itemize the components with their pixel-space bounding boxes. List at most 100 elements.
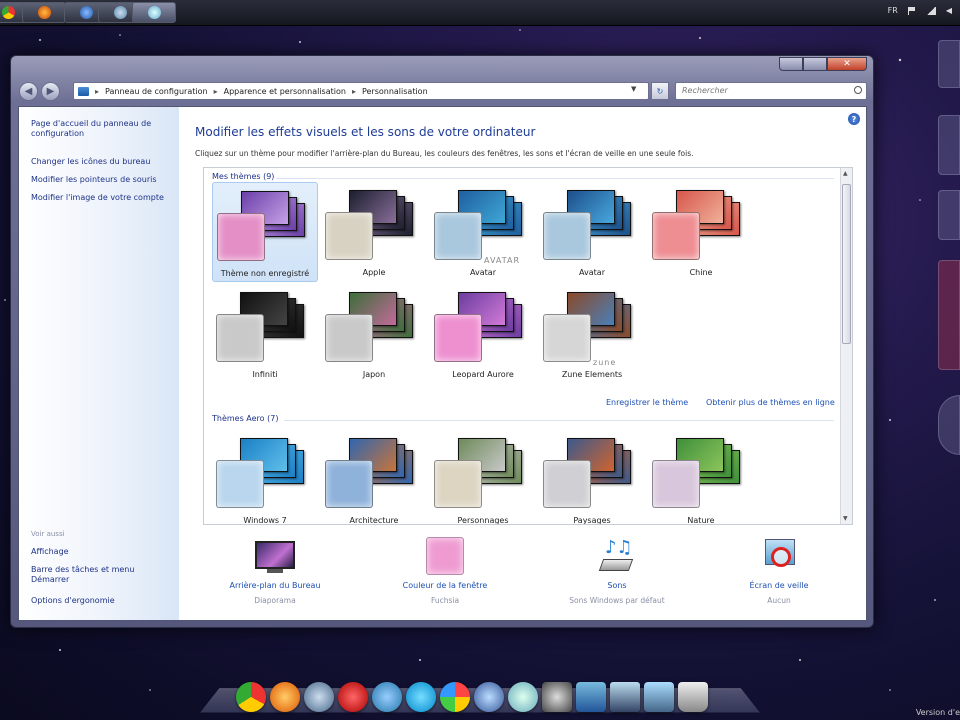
folder-icon[interactable] bbox=[576, 682, 606, 712]
theme-tile[interactable]: Apple bbox=[321, 182, 427, 282]
address-bar[interactable]: ▸ Panneau de configuration ▸ Apparence e… bbox=[73, 82, 649, 100]
link-change-account-picture[interactable]: Modifier l'image de votre compte bbox=[31, 193, 171, 203]
theme-tile[interactable]: Leopard Aurore bbox=[430, 284, 536, 384]
theme-color-swatch bbox=[325, 314, 373, 362]
search-icon[interactable] bbox=[854, 86, 862, 94]
desktop-gadget[interactable] bbox=[938, 115, 960, 175]
screensaver-setting[interactable]: Écran de veille Aucun bbox=[699, 537, 859, 605]
theme-color-swatch bbox=[543, 212, 591, 260]
theme-color-swatch bbox=[543, 460, 591, 508]
window-color-setting[interactable]: Couleur de la fenêtre Fuchsia bbox=[365, 537, 525, 605]
breadcrumb-control-panel[interactable]: Panneau de configuration bbox=[105, 87, 208, 96]
desktop-gadget[interactable] bbox=[938, 190, 960, 240]
sounds-label: Sons bbox=[607, 581, 627, 590]
breadcrumb-appearance[interactable]: Apparence et personnalisation bbox=[224, 87, 346, 96]
back-button[interactable]: ◀ bbox=[19, 82, 38, 101]
desktop-background-label: Arrière-plan du Bureau bbox=[229, 581, 321, 590]
itunes-icon[interactable] bbox=[508, 682, 538, 712]
sounds-icon: ♪♫ bbox=[595, 537, 639, 575]
system-tray: FR ◀ bbox=[888, 6, 952, 15]
theme-name: Apple bbox=[362, 268, 386, 277]
taskbar-button-control-panel[interactable] bbox=[132, 2, 176, 23]
link-control-panel-home[interactable]: Page d'accueil du panneau de configurati… bbox=[31, 119, 171, 139]
left-navigation-pane: Page d'accueil du panneau de configurati… bbox=[19, 107, 179, 620]
search-app-icon[interactable] bbox=[474, 682, 504, 712]
theme-tile[interactable]: Windows 7 bbox=[212, 430, 318, 525]
theme-tile[interactable]: Chine bbox=[648, 182, 754, 282]
scrollbar-thumb[interactable] bbox=[842, 184, 851, 344]
theme-tile[interactable]: Personnages bbox=[430, 430, 536, 524]
globe-icon[interactable] bbox=[304, 682, 334, 712]
page-title: Modifier les effets visuels et les sons … bbox=[195, 125, 536, 139]
theme-name: Windows 7 bbox=[243, 516, 287, 525]
save-theme-link[interactable]: Enregistrer le thème bbox=[606, 398, 688, 407]
theme-tile[interactable]: AVATAR Avatar bbox=[430, 182, 536, 282]
chess-icon[interactable] bbox=[542, 682, 572, 712]
language-indicator[interactable]: FR bbox=[888, 6, 898, 15]
refresh-button[interactable]: ↻ bbox=[651, 82, 669, 100]
help-icon[interactable]: ? bbox=[848, 113, 860, 125]
theme-color-swatch bbox=[543, 314, 591, 362]
action-center-flag-icon[interactable] bbox=[907, 6, 916, 15]
theme-tile[interactable]: Architecture bbox=[321, 430, 427, 525]
screensaver-label: Écran de veille bbox=[749, 581, 809, 590]
volume-icon[interactable]: ◀ bbox=[946, 6, 952, 15]
documents-icon[interactable] bbox=[644, 682, 674, 712]
minimize-button[interactable] bbox=[779, 57, 803, 71]
scroll-up-icon[interactable]: ▲ bbox=[843, 170, 848, 177]
theme-name: Architecture bbox=[349, 516, 399, 525]
breadcrumb-personalization[interactable]: Personnalisation bbox=[362, 87, 428, 96]
forward-button[interactable]: ▶ bbox=[41, 82, 60, 101]
firefox-icon[interactable] bbox=[270, 682, 300, 712]
opera-icon[interactable] bbox=[338, 682, 368, 712]
close-button[interactable]: ✕ bbox=[827, 57, 867, 71]
link-ease-of-access[interactable]: Options d'ergonomie bbox=[31, 596, 171, 606]
theme-tile[interactable]: zune Zune Elements bbox=[539, 284, 645, 384]
link-change-mouse-pointers[interactable]: Modifier les pointeurs de souris bbox=[31, 175, 171, 185]
link-change-desktop-icons[interactable]: Changer les icônes du bureau bbox=[31, 157, 171, 167]
desktop-background-value: Diaporama bbox=[254, 596, 296, 605]
network-signal-icon[interactable] bbox=[925, 6, 936, 15]
messenger-icon[interactable] bbox=[372, 682, 402, 712]
theme-tile[interactable]: Infiniti bbox=[212, 284, 318, 384]
theme-name: Chine bbox=[689, 268, 713, 277]
theme-name: Avatar bbox=[579, 268, 605, 277]
address-dropdown-icon[interactable]: ▼ bbox=[631, 85, 636, 93]
skype-icon[interactable] bbox=[406, 682, 436, 712]
search-input[interactable]: Rechercher bbox=[675, 82, 867, 100]
link-display[interactable]: Affichage bbox=[31, 547, 171, 557]
scroll-down-icon[interactable]: ▼ bbox=[843, 515, 848, 522]
theme-name: Infiniti bbox=[252, 370, 278, 379]
window-controls: ✕ bbox=[779, 57, 867, 71]
desktop-gadget[interactable] bbox=[938, 40, 960, 88]
theme-color-swatch bbox=[216, 460, 264, 508]
chrome-icon[interactable] bbox=[236, 682, 266, 712]
themes-list[interactable]: Mes thèmes (9) Thème non enregistré Apple… bbox=[203, 167, 853, 525]
desktop-background-setting[interactable]: Arrière-plan du Bureau Diaporama bbox=[195, 537, 355, 605]
client-area: Page d'accueil du panneau de configurati… bbox=[18, 106, 867, 621]
monitor-icon[interactable] bbox=[610, 682, 640, 712]
my-themes-heading: Mes thèmes (9) bbox=[212, 172, 275, 181]
window-color-value: Fuchsia bbox=[430, 596, 460, 605]
theme-tile[interactable]: Thème non enregistré bbox=[212, 182, 318, 282]
taskbar-button-firefox[interactable] bbox=[22, 2, 66, 23]
theme-tile[interactable]: Nature bbox=[648, 430, 754, 524]
maximize-button[interactable] bbox=[803, 57, 827, 71]
sounds-setting[interactable]: ♪♫ Sons Sons Windows par défaut bbox=[537, 537, 697, 605]
picasa-icon[interactable] bbox=[440, 682, 470, 712]
get-more-themes-link[interactable]: Obtenir plus de thèmes en ligne bbox=[706, 398, 835, 407]
aero-themes-heading: Thèmes Aero (7) bbox=[212, 414, 279, 423]
theme-tile[interactable]: Japon bbox=[321, 284, 427, 384]
clock-gadget[interactable] bbox=[938, 395, 960, 455]
calendar-gadget[interactable] bbox=[938, 260, 960, 370]
theme-name: Leopard Aurore bbox=[452, 370, 514, 379]
theme-color-swatch bbox=[216, 314, 264, 362]
theme-tile[interactable]: Paysages bbox=[539, 430, 645, 524]
theme-tile[interactable]: Avatar bbox=[539, 182, 645, 282]
personalization-window: ✕ ◀ ▶ ▸ Panneau de configuration ▸ Appar… bbox=[10, 55, 874, 628]
theme-color-swatch bbox=[652, 212, 700, 260]
trash-icon[interactable] bbox=[678, 682, 708, 712]
theme-name: Avatar bbox=[470, 268, 496, 277]
themes-scrollbar[interactable]: ▲ ▼ bbox=[840, 168, 852, 524]
link-taskbar-start-menu[interactable]: Barre des tâches et menu Démarrer bbox=[31, 565, 151, 585]
